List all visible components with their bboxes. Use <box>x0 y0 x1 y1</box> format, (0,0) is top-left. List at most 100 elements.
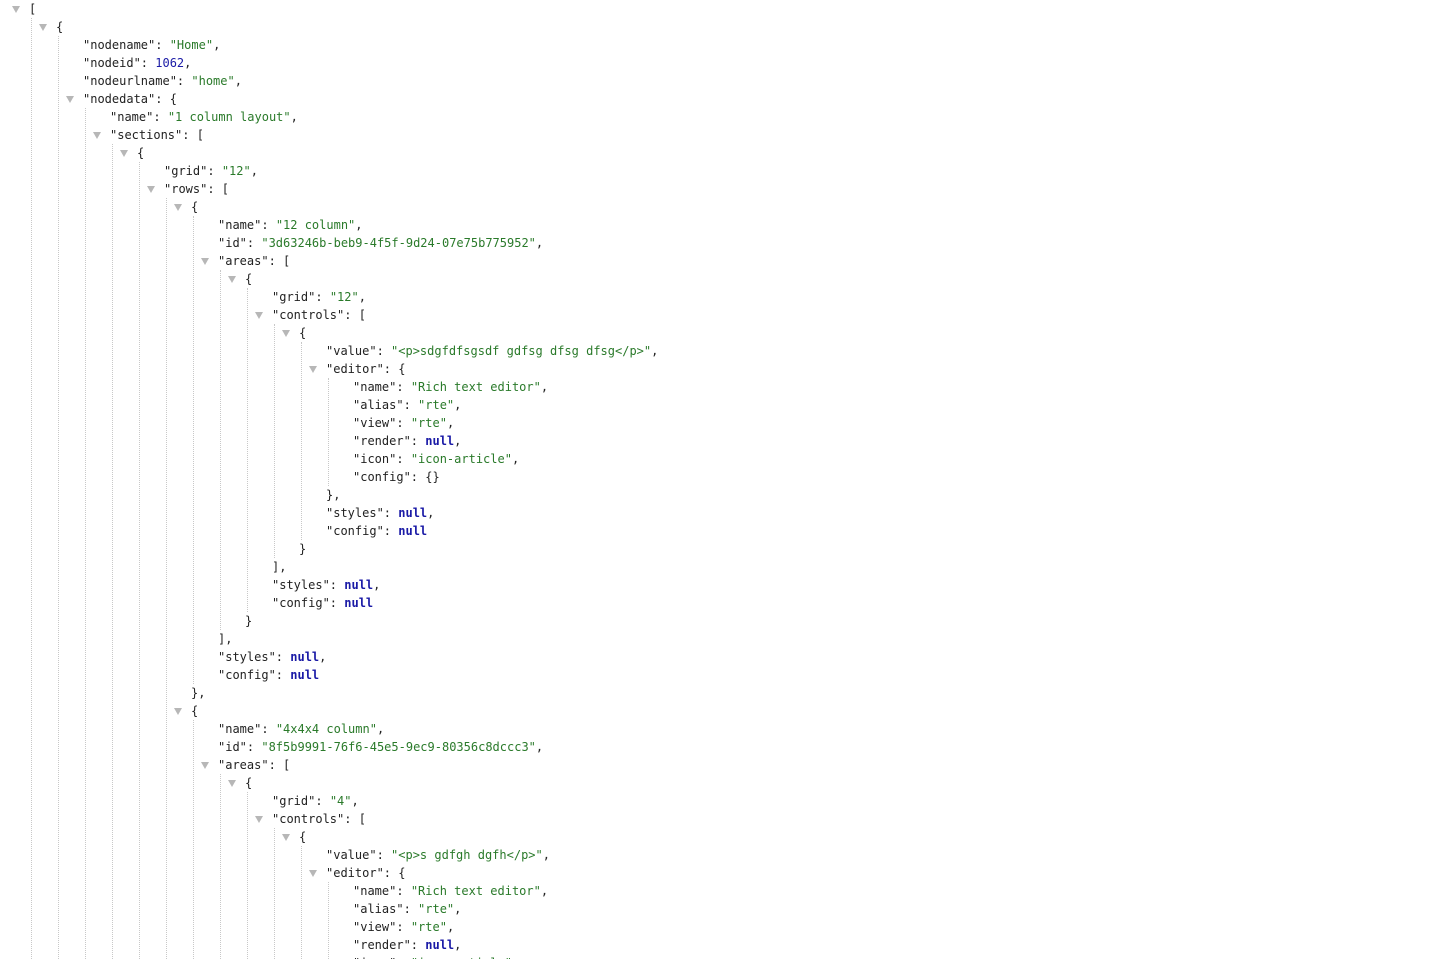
json-key: "nodename" <box>83 38 156 52</box>
json-str: "12" <box>329 290 359 304</box>
collapse-toggle-icon[interactable] <box>308 864 318 882</box>
collapse-toggle-icon[interactable] <box>11 0 21 18</box>
json-punct: : { <box>155 92 177 106</box>
json-punct: : <box>275 650 291 664</box>
json-line: "value": "<p>s gdfgh dgfh</p>", <box>326 846 550 864</box>
json-line: "render": null, <box>353 432 461 450</box>
collapse-toggle-icon[interactable] <box>65 90 75 108</box>
json-line: "grid": "4", <box>272 792 359 810</box>
json-str: "rte" <box>410 416 447 430</box>
json-key: "editor" <box>326 866 384 880</box>
json-punct: : <box>396 380 411 394</box>
json-key: "controls" <box>272 812 345 826</box>
json-key: "name" <box>218 218 262 232</box>
json-punct: : <box>261 722 276 736</box>
json-punct: , <box>454 398 462 412</box>
indent-guide <box>58 36 59 959</box>
json-line: { <box>299 828 306 846</box>
json-punct: , <box>542 848 550 862</box>
collapse-toggle-icon[interactable] <box>281 324 291 342</box>
json-punct: , <box>540 884 549 898</box>
json-str: "1 column layout" <box>167 110 291 124</box>
json-punct: : <box>410 434 426 448</box>
json-line: "name": "4x4x4 column", <box>218 720 384 738</box>
collapse-toggle-icon[interactable] <box>38 18 48 36</box>
json-key: "value" <box>326 344 377 358</box>
json-key: "areas" <box>218 254 269 268</box>
collapse-toggle-icon[interactable] <box>173 702 183 720</box>
json-punct: }, <box>326 488 341 502</box>
json-line: { <box>191 198 198 216</box>
collapse-toggle-icon[interactable] <box>146 180 156 198</box>
indent-guide <box>274 828 275 959</box>
json-line: "icon": "icon-article", <box>353 954 519 959</box>
collapse-toggle-icon[interactable] <box>308 360 318 378</box>
json-punct: : <box>155 38 170 52</box>
json-line: "view": "rte", <box>353 414 454 432</box>
json-punct: , <box>290 110 298 124</box>
json-key: "render" <box>353 434 411 448</box>
json-str: "rte" <box>418 902 455 916</box>
json-key: "id" <box>218 740 247 754</box>
json-line: "icon": "icon-article", <box>353 450 519 468</box>
json-line: { <box>56 18 63 36</box>
collapse-toggle-icon[interactable] <box>281 828 291 846</box>
collapse-toggle-icon[interactable] <box>200 252 210 270</box>
json-punct: , <box>535 236 544 250</box>
json-punct: : { <box>383 866 406 880</box>
indent-guide <box>166 198 167 959</box>
collapse-toggle-icon[interactable] <box>119 144 129 162</box>
json-punct: , <box>213 38 221 52</box>
json-line: "nodeid": 1062, <box>83 54 191 72</box>
json-key: "value" <box>326 848 377 862</box>
collapse-toggle-icon[interactable] <box>173 198 183 216</box>
json-key: "alias" <box>353 398 404 412</box>
json-punct: , <box>427 506 435 520</box>
json-key: "view" <box>353 416 397 430</box>
json-nul: null <box>425 434 455 448</box>
json-key: "view" <box>353 920 397 934</box>
json-punct: : {} <box>410 470 440 484</box>
json-key: "id" <box>218 236 247 250</box>
json-punct: { <box>299 830 307 844</box>
collapse-toggle-icon[interactable] <box>254 306 264 324</box>
json-line: "value": "<p>sdgfdfsgsdf gdfsg dfsg dfsg… <box>326 342 658 360</box>
json-punct: : <box>403 398 419 412</box>
indent-guide <box>220 774 221 959</box>
json-punct: : <box>396 920 411 934</box>
collapse-toggle-icon[interactable] <box>200 756 210 774</box>
json-punct: }, <box>191 686 206 700</box>
json-nul: null <box>290 668 320 682</box>
indent-guide <box>301 342 302 540</box>
json-nul: null <box>290 650 320 664</box>
json-key: "name" <box>110 110 154 124</box>
json-str: "home" <box>191 74 235 88</box>
json-punct: : <box>396 416 411 430</box>
indent-guide <box>31 18 32 959</box>
json-num: 1062 <box>155 56 185 70</box>
indent-guide <box>328 882 329 959</box>
indent-guide <box>274 324 275 558</box>
json-punct: { <box>299 326 307 340</box>
json-key: "styles" <box>218 650 276 664</box>
json-line: }, <box>326 486 340 504</box>
json-punct: { <box>191 200 199 214</box>
json-key: "name" <box>353 380 397 394</box>
collapse-toggle-icon[interactable] <box>254 810 264 828</box>
json-line: "id": "3d63246b-beb9-4f5f-9d24-07e75b775… <box>218 234 543 252</box>
json-punct: , <box>535 740 544 754</box>
json-key: "rows" <box>164 182 208 196</box>
collapse-toggle-icon[interactable] <box>92 126 102 144</box>
json-punct: : <box>153 110 168 124</box>
collapse-toggle-icon[interactable] <box>227 270 237 288</box>
json-key: "areas" <box>218 758 269 772</box>
json-key: "sections" <box>110 128 183 142</box>
indent-guide <box>193 216 194 684</box>
collapse-toggle-icon[interactable] <box>227 774 237 792</box>
json-line: "config": {} <box>353 468 440 486</box>
json-punct: : <box>315 794 330 808</box>
json-line: "alias": "rte", <box>353 900 461 918</box>
json-punct: : <box>246 236 262 250</box>
json-key: "config" <box>272 596 330 610</box>
json-key: "nodeurlname" <box>83 74 177 88</box>
